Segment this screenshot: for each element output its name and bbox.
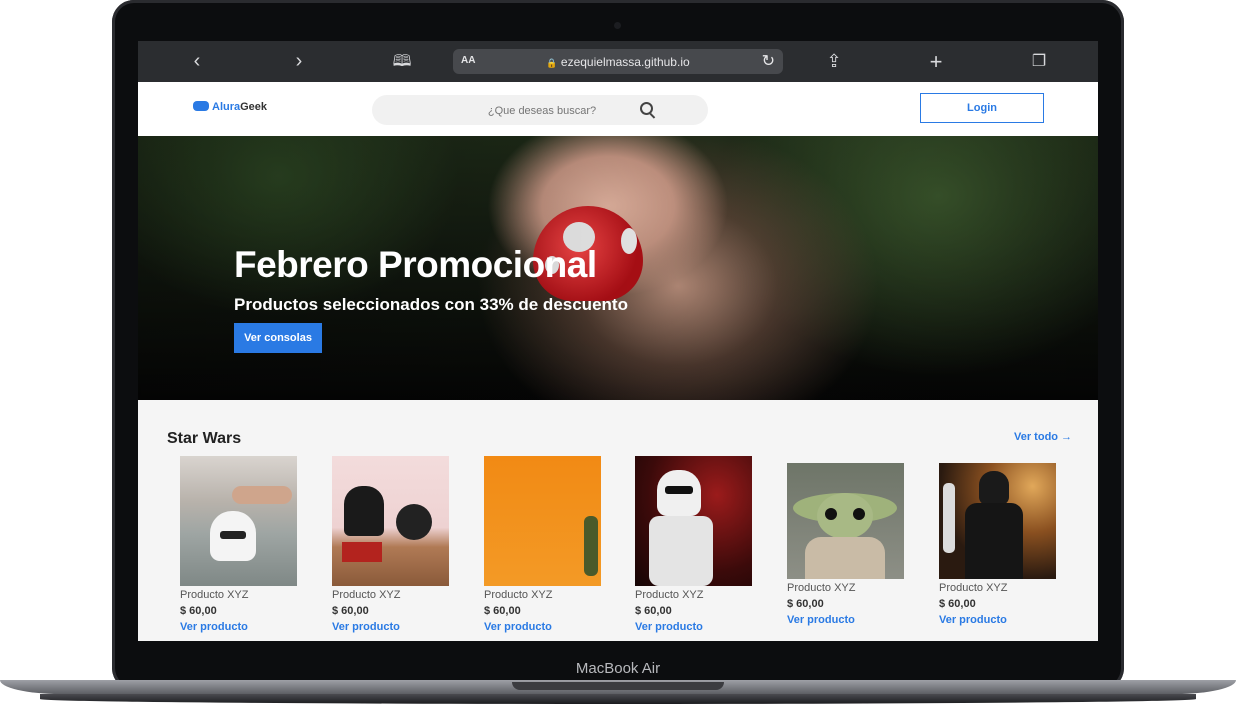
view-consoles-button[interactable]: Ver consolas — [234, 323, 322, 353]
reload-icon[interactable]: ↻ — [762, 51, 775, 71]
product-name: Producto XYZ — [180, 589, 249, 601]
view-product-link[interactable]: Ver producto — [180, 621, 298, 633]
logo[interactable]: AluraGeek — [193, 101, 267, 113]
book-icon[interactable]: 🕮 — [387, 41, 417, 82]
search-icon[interactable] — [640, 102, 653, 115]
camera — [614, 22, 621, 29]
product-card[interactable]: Producto XYZ $ 60,00 Ver producto — [939, 463, 1057, 626]
product-image[interactable] — [484, 456, 601, 586]
hero-banner: Febrero Promocional Productos selecciona… — [138, 136, 1098, 400]
product-name: Producto XYZ — [484, 589, 553, 601]
product-image[interactable] — [180, 456, 297, 586]
search-input[interactable] — [372, 95, 712, 127]
product-card[interactable]: Producto XYZ $ 60,00 Ver producto — [180, 456, 298, 633]
product-image[interactable] — [332, 456, 449, 586]
product-card[interactable]: Producto XYZ $ 60,00 Ver producto — [332, 456, 450, 633]
product-section: Star Wars Ver todo → Producto XYZ $ 60,0… — [138, 400, 1098, 641]
screen: ‹ › 🕮 AA 🔒 ezequielmassa.github.io ↻ ⇪ +… — [138, 41, 1098, 641]
site-header: AluraGeek Login — [138, 82, 1098, 136]
product-price: $ 60,00 — [484, 605, 521, 617]
product-price: $ 60,00 — [635, 605, 672, 617]
product-price: $ 60,00 — [939, 598, 976, 610]
login-button[interactable]: Login — [920, 93, 1044, 123]
product-card[interactable]: Producto XYZ $ 60,00 Ver producto — [787, 463, 905, 626]
section-title: Star Wars — [167, 430, 242, 447]
gamepad-icon — [193, 101, 209, 111]
lock-icon: 🔒 — [546, 58, 558, 68]
view-product-link[interactable]: Ver producto — [939, 614, 1057, 626]
laptop-notch — [512, 682, 724, 690]
hero-title: Febrero Promocional — [234, 244, 597, 285]
product-name: Producto XYZ — [332, 589, 401, 601]
product-name: Producto XYZ — [635, 589, 704, 601]
logo-prefix: Alura — [212, 101, 241, 113]
address-bar[interactable]: AA 🔒 ezequielmassa.github.io ↻ — [453, 49, 783, 74]
product-image[interactable] — [787, 463, 904, 579]
view-product-link[interactable]: Ver producto — [787, 614, 905, 626]
chevron-left-icon[interactable]: ‹ — [182, 41, 212, 82]
product-card[interactable]: Producto XYZ $ 60,00 Ver producto — [635, 456, 753, 633]
chevron-right-icon[interactable]: › — [284, 41, 314, 82]
see-all-link[interactable]: Ver todo → — [1014, 431, 1072, 443]
device-label: MacBook Air — [575, 660, 661, 677]
view-product-link[interactable]: Ver producto — [332, 621, 450, 633]
laptop-base-shadow — [40, 694, 1196, 704]
logo-suffix: Geek — [240, 101, 268, 113]
share-icon[interactable]: ⇪ — [819, 41, 849, 82]
product-name: Producto XYZ — [939, 582, 1008, 594]
plus-icon[interactable]: + — [921, 41, 951, 82]
product-image[interactable] — [939, 463, 1056, 579]
url-label: ezequielmassa.github.io — [560, 55, 690, 69]
product-card[interactable]: Producto XYZ $ 60,00 Ver producto — [484, 456, 602, 633]
product-price: $ 60,00 — [332, 605, 369, 617]
product-price: $ 60,00 — [787, 598, 824, 610]
view-product-link[interactable]: Ver producto — [484, 621, 602, 633]
product-name: Producto XYZ — [787, 582, 856, 594]
address-text: 🔒 ezequielmassa.github.io — [453, 55, 783, 69]
product-image[interactable] — [635, 456, 752, 586]
product-price: $ 60,00 — [180, 605, 217, 617]
tabs-icon[interactable]: ❐ — [1024, 41, 1054, 82]
hero-subtitle: Productos seleccionados con 33% de descu… — [234, 295, 628, 314]
search-box — [372, 95, 712, 127]
view-product-link[interactable]: Ver producto — [635, 621, 753, 633]
browser-toolbar: ‹ › 🕮 AA 🔒 ezequielmassa.github.io ↻ ⇪ +… — [138, 41, 1098, 82]
